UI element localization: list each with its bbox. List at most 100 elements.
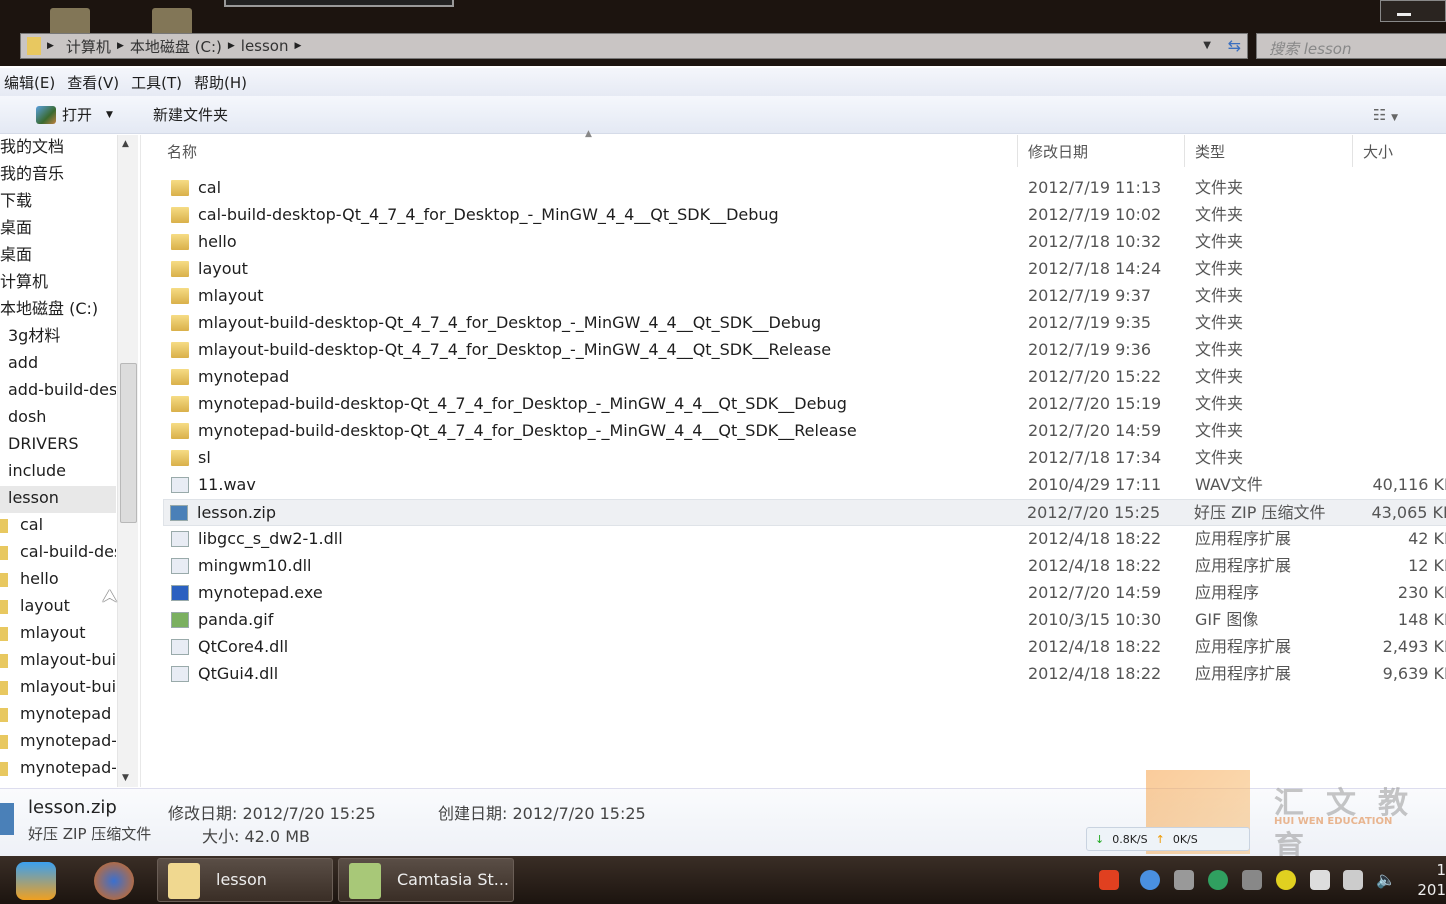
file-row[interactable]: mynotepad-build-desktop-Qt_4_7_4_for_Des…	[165, 418, 1446, 445]
file-size: 148 KB	[1397, 610, 1446, 629]
file-row[interactable]: mynotepad.exe 2012/7/20 14:59 应用程序 230 KB	[165, 580, 1446, 607]
file-date: 2012/7/20 15:19	[1028, 394, 1162, 413]
breadcrumb-computer[interactable]: 计算机	[66, 36, 111, 57]
breadcrumb-arrow-icon[interactable]: ▶	[117, 41, 124, 51]
menu-view[interactable]: 查看(V)	[67, 72, 119, 93]
open-button[interactable]: 打开 ▼	[36, 104, 113, 125]
sidebar-item[interactable]: mlayout-build	[0, 675, 116, 702]
sidebar-item[interactable]: mynotepad	[0, 702, 116, 729]
breadcrumb-arrow-icon[interactable]: ▶	[295, 41, 302, 51]
file-row[interactable]: layout 2012/7/18 14:24 文件夹	[165, 256, 1446, 283]
file-row[interactable]: cal-build-desktop-Qt_4_7_4_for_Desktop_-…	[165, 202, 1446, 229]
column-header-date[interactable]: 修改日期	[1028, 141, 1088, 162]
file-row[interactable]: hello 2012/7/18 10:32 文件夹	[165, 229, 1446, 256]
folder-icon	[171, 261, 189, 277]
file-row[interactable]: 11.wav 2010/4/29 17:11 WAV文件 40,116 KB	[165, 472, 1446, 499]
exe-icon	[171, 585, 189, 601]
sidebar-item[interactable]: cal-build-desktop	[0, 540, 116, 567]
file-row[interactable]: lesson.zip 2012/7/20 15:25 好压 ZIP 压缩文件 43,0…	[163, 499, 1446, 526]
file-row[interactable]: panda.gif 2010/3/15 10:30 GIF 图像 148 KB	[165, 607, 1446, 634]
qq-icon[interactable]	[1140, 870, 1160, 890]
sidebar-item[interactable]: dosh	[0, 405, 116, 432]
file-row[interactable]: mynotepad 2012/7/20 15:22 文件夹	[165, 364, 1446, 391]
view-options-button[interactable]: ☷ ▼	[1373, 106, 1398, 124]
chevron-down-icon[interactable]: ▼	[106, 110, 113, 120]
file-type: 文件夹	[1195, 313, 1244, 332]
column-header-size[interactable]: 大小	[1363, 141, 1393, 162]
sidebar-item[interactable]: cal	[0, 513, 116, 540]
menu-tools[interactable]: 工具(T)	[131, 72, 182, 93]
scrollbar-thumb[interactable]	[120, 363, 137, 523]
power-icon[interactable]	[1310, 870, 1330, 890]
file-row[interactable]: QtCore4.dll 2012/4/18 18:22 应用程序扩展 2,493 KB	[165, 634, 1446, 661]
sidebar-item[interactable]: mlayout-build	[0, 648, 116, 675]
address-bar[interactable]: ▶ 计算机 ▶ 本地磁盘 (C:) ▶ lesson ▶ ▼ ⇆	[20, 33, 1248, 59]
sidebar-item[interactable]: 我的音乐	[0, 162, 116, 189]
sidebar-item[interactable]: mynotepad-	[0, 729, 116, 756]
file-row[interactable]: QtGui4.dll 2012/4/18 18:22 应用程序扩展 9,639 KB	[165, 661, 1446, 688]
sidebar-item[interactable]: 我的文档	[0, 135, 116, 162]
sidebar-item[interactable]: add	[0, 351, 116, 378]
file-row[interactable]: cal 2012/7/19 11:13 文件夹	[165, 175, 1446, 202]
sidebar-item-label: DRIVERS	[8, 434, 79, 453]
app-launcher-icon[interactable]	[16, 862, 56, 900]
network-speed-widget[interactable]: ↓ 0.8K/S ↑ 0K/S	[1086, 827, 1250, 851]
network-icon[interactable]	[1343, 870, 1363, 890]
file-row[interactable]: mlayout-build-desktop-Qt_4_7_4_for_Deskt…	[165, 337, 1446, 364]
sidebar-item[interactable]: 下载	[0, 189, 116, 216]
file-date: 2012/7/20 14:59	[1028, 583, 1162, 602]
file-row[interactable]: mingwm10.dll 2012/4/18 18:22 应用程序扩展 12 KB	[165, 553, 1446, 580]
navigation-scrollbar[interactable]: ▲ ▼	[117, 135, 138, 787]
scroll-up-icon[interactable]: ▲	[122, 139, 129, 149]
taskbar-lesson[interactable]: lesson	[157, 858, 333, 902]
network-tool-icon[interactable]	[1242, 870, 1262, 890]
breadcrumb-lesson[interactable]: lesson	[241, 37, 289, 55]
sidebar-item[interactable]: add-build-desktop	[0, 378, 116, 405]
file-size: 2,493 KB	[1382, 637, 1446, 656]
upload-speed: 0K/S	[1172, 832, 1198, 846]
sidebar-item[interactable]: lesson	[0, 486, 116, 513]
file-row[interactable]: sl 2012/7/18 17:34 文件夹	[165, 445, 1446, 472]
firefox-icon[interactable]	[94, 862, 134, 900]
menu-edit[interactable]: 编辑(E)	[4, 72, 55, 93]
breadcrumb-arrow-icon[interactable]: ▶	[228, 41, 235, 51]
search-input[interactable]: 搜索 lesson	[1256, 33, 1446, 59]
volume-icon[interactable]: 🔈	[1376, 870, 1396, 890]
dll-icon	[171, 531, 189, 547]
taskbar-camtasia[interactable]: Camtasia St...	[338, 858, 514, 902]
file-row[interactable]: libgcc_s_dw2-1.dll 2012/4/18 18:22 应用程序扩展 4…	[165, 526, 1446, 553]
address-dropdown-icon[interactable]: ▼	[1203, 40, 1211, 51]
folder-icon	[0, 735, 8, 749]
file-type: 好压 ZIP 压缩文件	[1194, 503, 1326, 522]
sidebar-item[interactable]: mynotepad-	[0, 756, 116, 783]
sidebar-item[interactable]: 计算机	[0, 270, 116, 297]
clock[interactable]: 1 201	[1417, 860, 1446, 900]
file-row[interactable]: mynotepad-build-desktop-Qt_4_7_4_for_Des…	[165, 391, 1446, 418]
sidebar-item-label: 桌面	[0, 218, 33, 237]
new-folder-button[interactable]: 新建文件夹	[153, 104, 228, 125]
sidebar-item[interactable]: layout	[0, 594, 116, 621]
breadcrumb-arrow-icon[interactable]: ▶	[47, 41, 54, 51]
refresh-icon[interactable]: ⇆	[1228, 36, 1241, 55]
breadcrumb-drive-c[interactable]: 本地磁盘 (C:)	[130, 36, 222, 57]
column-header-name[interactable]: 名称	[167, 141, 197, 162]
sidebar-item[interactable]: DRIVERS	[0, 432, 116, 459]
scroll-down-icon[interactable]: ▼	[122, 773, 129, 783]
sidebar-item[interactable]: 3g材料	[0, 324, 116, 351]
minimize-button[interactable]	[1380, 0, 1446, 22]
column-header-type[interactable]: 类型	[1195, 141, 1225, 162]
sidebar-item[interactable]: 本地磁盘 (C:)	[0, 297, 116, 324]
sidebar-item[interactable]: hello	[0, 567, 116, 594]
folder-icon	[171, 450, 189, 466]
sidebar-item[interactable]: include	[0, 459, 116, 486]
sogou-input-icon[interactable]	[1099, 870, 1119, 890]
sidebar-item[interactable]: 桌面	[0, 216, 116, 243]
menu-help[interactable]: 帮助(H)	[194, 72, 247, 93]
guard-icon[interactable]	[1276, 870, 1296, 890]
file-row[interactable]: mlayout 2012/7/19 9:37 文件夹	[165, 283, 1446, 310]
file-row[interactable]: mlayout-build-desktop-Qt_4_7_4_for_Deskt…	[165, 310, 1446, 337]
sidebar-item[interactable]: 桌面	[0, 243, 116, 270]
usb-icon[interactable]	[1174, 870, 1194, 890]
sidebar-item[interactable]: mlayout	[0, 621, 116, 648]
security-icon[interactable]	[1208, 870, 1228, 890]
